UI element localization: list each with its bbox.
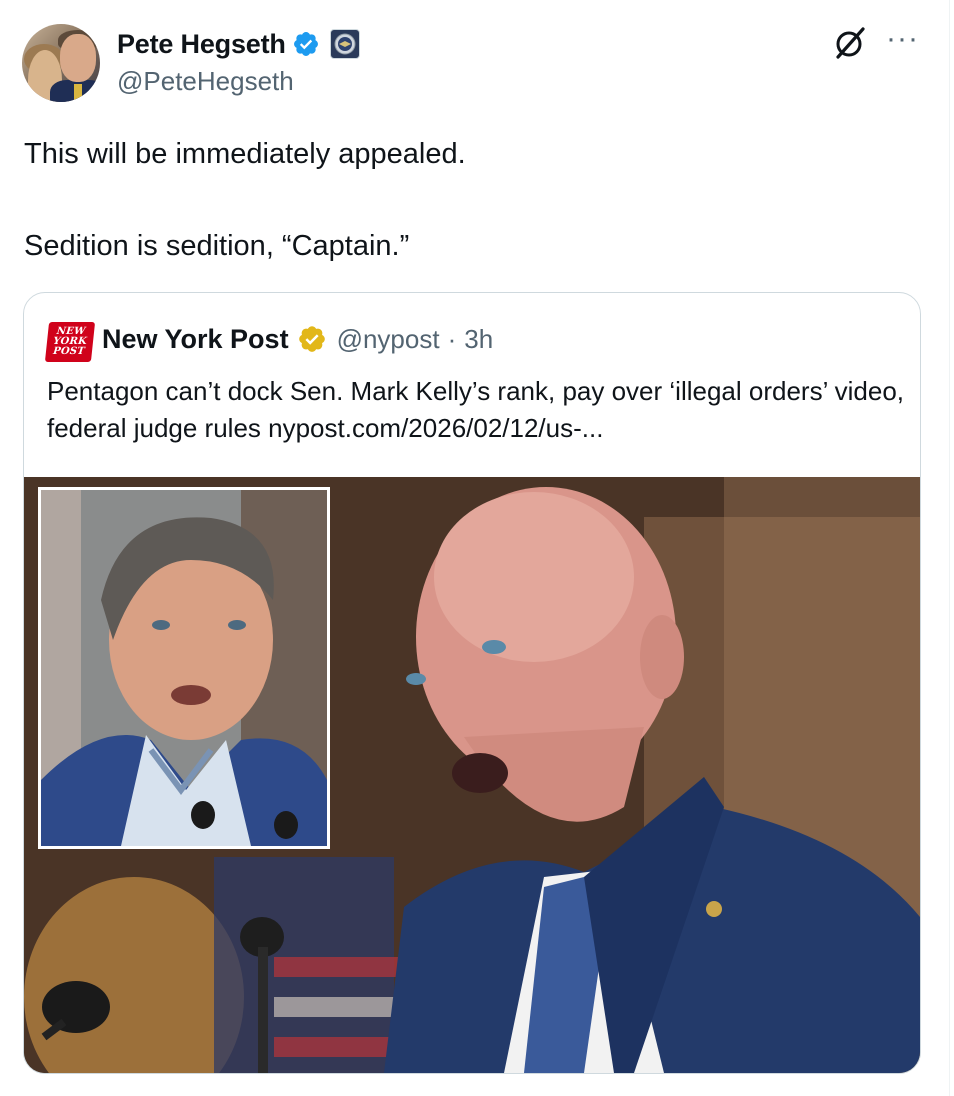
timeline-border: [949, 0, 950, 1096]
author-name-row: Pete Hegseth: [117, 27, 360, 61]
tweet-text-line-2: Sedition is sedition, “Captain.”: [24, 230, 410, 262]
gold-verified-badge-icon[interactable]: [297, 324, 327, 354]
quoted-handle[interactable]: @nypost: [337, 324, 440, 355]
author-avatar[interactable]: [22, 24, 100, 102]
author-display-name[interactable]: Pete Hegseth: [117, 29, 286, 60]
quoted-tweet-text: Pentagon can’t dock Sen. Mark Kelly’s ra…: [47, 376, 904, 443]
tweet-text-line-1: This will be immediately appealed.: [24, 138, 466, 170]
quoted-header: New York Post @nypost · 3h: [102, 321, 493, 357]
grok-icon[interactable]: [832, 25, 868, 61]
department-seal-icon[interactable]: [329, 29, 360, 59]
new-york-post-logo[interactable]: NEW YORK POST: [44, 322, 96, 362]
author-handle[interactable]: @PeteHegseth: [117, 66, 294, 97]
quoted-tweet-card[interactable]: NEW YORK POST New York Post @nypost · 3h…: [23, 292, 921, 1074]
verified-badge-icon[interactable]: [292, 30, 320, 58]
quoted-display-name[interactable]: New York Post: [102, 324, 289, 355]
more-options-icon[interactable]: ···: [886, 24, 919, 54]
quoted-media-image[interactable]: [24, 477, 920, 1073]
quoted-separator: ·: [447, 323, 457, 354]
inset-portrait-photo: [38, 487, 330, 849]
quoted-timestamp[interactable]: 3h: [464, 324, 493, 355]
